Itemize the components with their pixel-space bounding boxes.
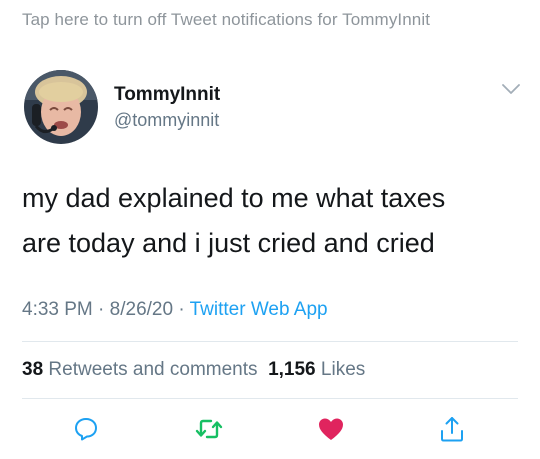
reply-button[interactable] [71,414,101,444]
meta-separator: · [92,299,110,320]
tweet-meta: 4:33 PM · 8/26/20 · Twitter Web App [22,299,328,321]
tweet-time: 4:33 PM [22,299,93,320]
heart-icon [319,418,343,440]
author-display-name[interactable]: TommyInnit [114,84,220,106]
chevron-down-icon[interactable] [501,82,521,96]
likes-label[interactable]: Likes [316,359,365,380]
like-button[interactable] [316,414,346,444]
tweet-text-line: my dad explained to me what taxes [22,183,446,213]
tweet-source-link[interactable]: Twitter Web App [190,299,328,320]
tweet-text: my dad explained to me what taxes are to… [22,176,522,266]
meta-separator: · [173,299,190,320]
retweet-button[interactable] [194,414,224,444]
share-button[interactable] [437,414,467,444]
divider [22,341,518,342]
speech-bubble-icon [75,418,97,441]
retweets-label[interactable]: Retweets and comments [43,359,268,380]
avatar-image [24,70,98,144]
retweets-count[interactable]: 38 [22,359,43,380]
notification-banner[interactable]: Tap here to turn off Tweet notifications… [22,10,430,30]
avatar[interactable] [24,70,98,144]
tweet-stats: 38 Retweets and comments 1,156 Likes [22,359,365,381]
author-handle[interactable]: @tommyinnit [114,110,219,131]
divider [22,398,518,399]
tweet-date: 8/26/20 [109,299,174,320]
likes-count[interactable]: 1,156 [268,359,316,380]
retweet-icon [195,419,223,439]
share-icon [441,417,463,442]
tweet-text-line: are today and i just cried and cried [22,228,435,258]
